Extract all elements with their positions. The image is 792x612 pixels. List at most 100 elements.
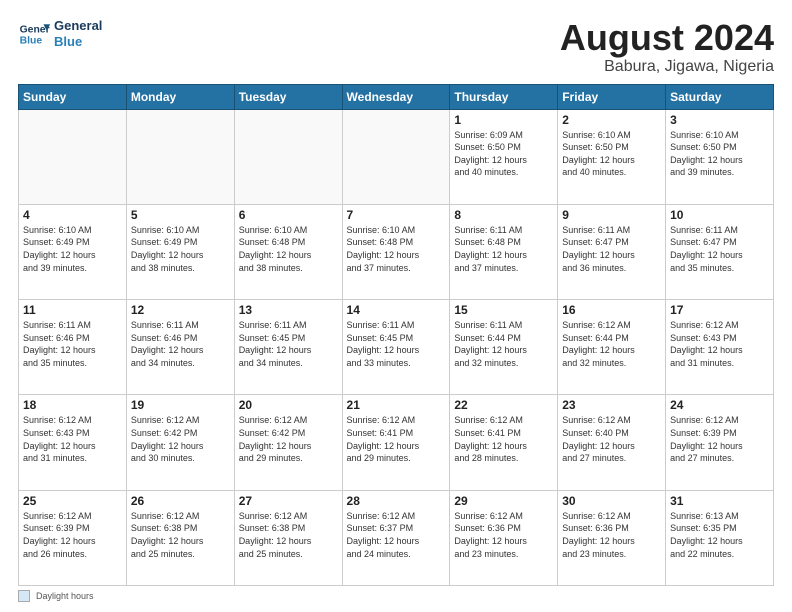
- day-number: 26: [131, 494, 230, 508]
- calendar-cell: 27 Sunrise: 6:12 AM Sunset: 6:38 PM Dayli…: [234, 490, 342, 585]
- day-number: 11: [23, 303, 122, 317]
- footer-box: [18, 590, 30, 602]
- day-info: Sunrise: 6:10 AM Sunset: 6:48 PM Dayligh…: [239, 224, 338, 274]
- calendar-week-5: 25Sunrise: 6:12 AM Sunset: 6:39 PM Dayli…: [19, 490, 774, 585]
- day-info: Sunrise: 6:11 AM Sunset: 6:47 PM Dayligh…: [562, 224, 661, 274]
- day-info: Sunrise: 6:11 AM Sunset: 6:47 PM Dayligh…: [670, 224, 769, 274]
- day-number: 31: [670, 494, 769, 508]
- day-info: Sunrise: 6:12 AM Sunset: 6:44 PM Dayligh…: [562, 319, 661, 369]
- footer: Daylight hours: [18, 590, 774, 602]
- day-number: 20: [239, 398, 338, 412]
- day-info: Sunrise: 6:10 AM Sunset: 6:50 PM Dayligh…: [562, 129, 661, 179]
- day-info: Sunrise: 6:12 AM Sunset: 6:43 PM Dayligh…: [670, 319, 769, 369]
- logo-general: General: [54, 18, 102, 34]
- calendar-cell: 3 Sunrise: 6:10 AM Sunset: 6:50 PM Daylig…: [666, 109, 774, 204]
- calendar-cell: 26 Sunrise: 6:12 AM Sunset: 6:38 PM Dayli…: [126, 490, 234, 585]
- calendar-cell: 23 Sunrise: 6:12 AM Sunset: 6:40 PM Dayli…: [558, 395, 666, 490]
- day-number: 30: [562, 494, 661, 508]
- day-number: 14: [347, 303, 446, 317]
- day-info: Sunrise: 6:11 AM Sunset: 6:45 PM Dayligh…: [347, 319, 446, 369]
- calendar-cell: 14 Sunrise: 6:11 AM Sunset: 6:45 PM Dayli…: [342, 300, 450, 395]
- day-number: 2: [562, 113, 661, 127]
- day-number: 1: [454, 113, 553, 127]
- col-monday: Monday: [126, 84, 234, 109]
- calendar-header: Sunday Monday Tuesday Wednesday Thursday…: [19, 84, 774, 109]
- day-info: Sunrise: 6:11 AM Sunset: 6:46 PM Dayligh…: [131, 319, 230, 369]
- calendar-cell: 13Sunrise: 6:11 AM Sunset: 6:45 PM Dayli…: [234, 300, 342, 395]
- calendar-week-2: 4 Sunrise: 6:10 AM Sunset: 6:49 PM Daylig…: [19, 204, 774, 299]
- calendar-cell: 5Sunrise: 6:10 AM Sunset: 6:49 PM Daylig…: [126, 204, 234, 299]
- day-info: Sunrise: 6:12 AM Sunset: 6:40 PM Dayligh…: [562, 414, 661, 464]
- day-number: 28: [347, 494, 446, 508]
- day-info: Sunrise: 6:10 AM Sunset: 6:50 PM Dayligh…: [670, 129, 769, 179]
- calendar-cell: 4Sunrise: 6:10 AM Sunset: 6:49 PM Daylig…: [19, 204, 127, 299]
- calendar-cell: 9 Sunrise: 6:11 AM Sunset: 6:47 PM Daylig…: [558, 204, 666, 299]
- day-info: Sunrise: 6:11 AM Sunset: 6:48 PM Dayligh…: [454, 224, 553, 274]
- calendar-cell: [126, 109, 234, 204]
- calendar-cell: 11 Sunrise: 6:11 AM Sunset: 6:46 PM Dayli…: [19, 300, 127, 395]
- calendar-cell: 10 Sunrise: 6:11 AM Sunset: 6:47 PM Dayli…: [666, 204, 774, 299]
- day-info: Sunrise: 6:12 AM Sunset: 6:39 PM Dayligh…: [670, 414, 769, 464]
- day-number: 12: [131, 303, 230, 317]
- calendar-cell: [19, 109, 127, 204]
- day-number: 19: [131, 398, 230, 412]
- calendar-cell: [342, 109, 450, 204]
- col-tuesday: Tuesday: [234, 84, 342, 109]
- day-number: 18: [23, 398, 122, 412]
- calendar-cell: 28 Sunrise: 6:12 AM Sunset: 6:37 PM Dayli…: [342, 490, 450, 585]
- day-info: Sunrise: 6:12 AM Sunset: 6:41 PM Dayligh…: [454, 414, 553, 464]
- day-number: 9: [562, 208, 661, 222]
- day-info: Sunrise: 6:12 AM Sunset: 6:38 PM Dayligh…: [239, 510, 338, 560]
- calendar-cell: 7 Sunrise: 6:10 AM Sunset: 6:48 PM Daylig…: [342, 204, 450, 299]
- day-info: Sunrise: 6:12 AM Sunset: 6:42 PM Dayligh…: [239, 414, 338, 464]
- calendar-cell: 29 Sunrise: 6:12 AM Sunset: 6:36 PM Dayli…: [450, 490, 558, 585]
- logo-blue: Blue: [54, 34, 102, 50]
- day-number: 10: [670, 208, 769, 222]
- page: General Blue General Blue August 2024 Ba…: [0, 0, 792, 612]
- day-number: 29: [454, 494, 553, 508]
- day-number: 24: [670, 398, 769, 412]
- calendar-cell: 12 Sunrise: 6:11 AM Sunset: 6:46 PM Dayli…: [126, 300, 234, 395]
- day-number: 4: [23, 208, 122, 222]
- day-info: Sunrise: 6:13 AM Sunset: 6:35 PM Dayligh…: [670, 510, 769, 560]
- calendar-cell: 1Sunrise: 6:09 AM Sunset: 6:50 PM Daylig…: [450, 109, 558, 204]
- day-info: Sunrise: 6:12 AM Sunset: 6:36 PM Dayligh…: [454, 510, 553, 560]
- day-info: Sunrise: 6:12 AM Sunset: 6:37 PM Dayligh…: [347, 510, 446, 560]
- day-number: 16: [562, 303, 661, 317]
- day-number: 6: [239, 208, 338, 222]
- calendar-week-4: 18Sunrise: 6:12 AM Sunset: 6:43 PM Dayli…: [19, 395, 774, 490]
- day-number: 25: [23, 494, 122, 508]
- day-number: 21: [347, 398, 446, 412]
- day-number: 13: [239, 303, 338, 317]
- day-number: 17: [670, 303, 769, 317]
- month-title: August 2024: [560, 18, 774, 58]
- calendar-cell: 30Sunrise: 6:12 AM Sunset: 6:36 PM Dayli…: [558, 490, 666, 585]
- calendar-cell: 2 Sunrise: 6:10 AM Sunset: 6:50 PM Daylig…: [558, 109, 666, 204]
- day-number: 23: [562, 398, 661, 412]
- calendar-body: 1Sunrise: 6:09 AM Sunset: 6:50 PM Daylig…: [19, 109, 774, 585]
- location-subtitle: Babura, Jigawa, Nigeria: [560, 58, 774, 76]
- calendar-cell: 20 Sunrise: 6:12 AM Sunset: 6:42 PM Dayli…: [234, 395, 342, 490]
- day-info: Sunrise: 6:10 AM Sunset: 6:48 PM Dayligh…: [347, 224, 446, 274]
- calendar-cell: 8 Sunrise: 6:11 AM Sunset: 6:48 PM Daylig…: [450, 204, 558, 299]
- day-info: Sunrise: 6:12 AM Sunset: 6:41 PM Dayligh…: [347, 414, 446, 464]
- day-info: Sunrise: 6:10 AM Sunset: 6:49 PM Dayligh…: [131, 224, 230, 274]
- day-info: Sunrise: 6:11 AM Sunset: 6:44 PM Dayligh…: [454, 319, 553, 369]
- day-info: Sunrise: 6:11 AM Sunset: 6:46 PM Dayligh…: [23, 319, 122, 369]
- day-number: 7: [347, 208, 446, 222]
- calendar-week-1: 1Sunrise: 6:09 AM Sunset: 6:50 PM Daylig…: [19, 109, 774, 204]
- header-row: Sunday Monday Tuesday Wednesday Thursday…: [19, 84, 774, 109]
- title-block: August 2024 Babura, Jigawa, Nigeria: [560, 18, 774, 76]
- day-info: Sunrise: 6:12 AM Sunset: 6:38 PM Dayligh…: [131, 510, 230, 560]
- calendar-cell: 22 Sunrise: 6:12 AM Sunset: 6:41 PM Dayli…: [450, 395, 558, 490]
- logo-icon: General Blue: [18, 18, 50, 50]
- calendar-cell: 24 Sunrise: 6:12 AM Sunset: 6:39 PM Dayli…: [666, 395, 774, 490]
- day-number: 8: [454, 208, 553, 222]
- calendar-cell: 18Sunrise: 6:12 AM Sunset: 6:43 PM Dayli…: [19, 395, 127, 490]
- day-number: 27: [239, 494, 338, 508]
- calendar-cell: 16 Sunrise: 6:12 AM Sunset: 6:44 PM Dayli…: [558, 300, 666, 395]
- day-number: 22: [454, 398, 553, 412]
- calendar-week-3: 11 Sunrise: 6:11 AM Sunset: 6:46 PM Dayli…: [19, 300, 774, 395]
- day-number: 3: [670, 113, 769, 127]
- calendar-cell: 17 Sunrise: 6:12 AM Sunset: 6:43 PM Dayli…: [666, 300, 774, 395]
